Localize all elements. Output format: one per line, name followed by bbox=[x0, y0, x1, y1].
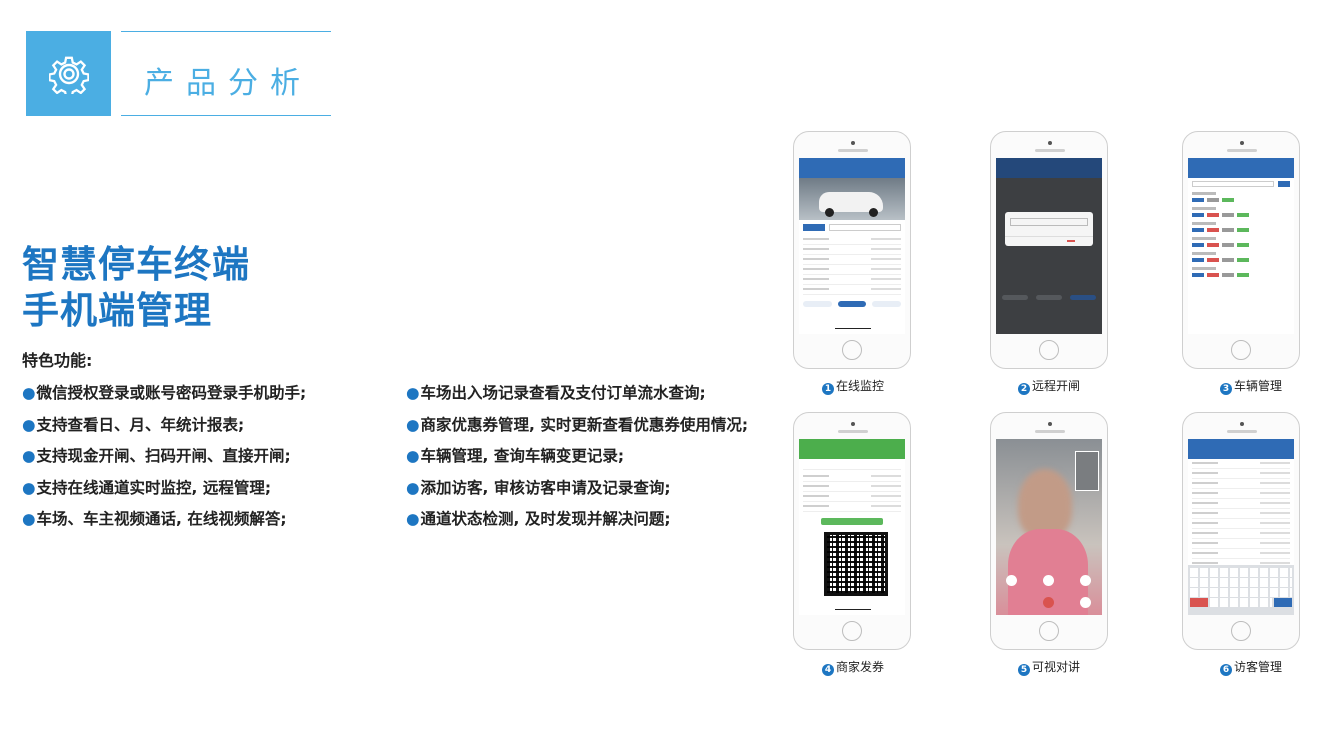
bullet-icon: ● bbox=[22, 384, 36, 402]
phone-mockup-coupons bbox=[793, 412, 911, 650]
speaker-grille bbox=[1227, 149, 1257, 152]
phone-screen bbox=[799, 439, 905, 615]
home-button bbox=[842, 621, 862, 641]
caption-visitors: 6 访客管理 bbox=[1220, 658, 1282, 676]
phone-screen bbox=[799, 158, 905, 334]
bullet-icon: ● bbox=[22, 415, 36, 434]
vehicle-list bbox=[1188, 192, 1294, 277]
app-header bbox=[996, 158, 1102, 178]
header-line-top bbox=[121, 31, 331, 32]
bullet-icon: ● bbox=[22, 447, 36, 465]
feature-item: ●支持现金开闸、扫码开闸、直接开闸; bbox=[22, 447, 291, 465]
keyboard[interactable] bbox=[1188, 565, 1294, 615]
bullet-icon: ● bbox=[406, 384, 420, 402]
bullet-icon: ● bbox=[22, 478, 36, 497]
camera-icon bbox=[1240, 141, 1244, 145]
headline: 智慧停车终端 手机端管理 bbox=[22, 242, 250, 334]
header-line-bottom bbox=[121, 115, 331, 116]
phone-mockup-vehicles bbox=[1182, 131, 1300, 369]
feature-item: ●支持在线通道实时监控, 远程管理; bbox=[22, 478, 272, 497]
feature-item: ●车场、车主视频通话, 在线视频解答; bbox=[22, 510, 287, 528]
camera-icon bbox=[851, 422, 855, 426]
home-button bbox=[842, 340, 862, 360]
speaker-grille bbox=[1035, 149, 1065, 152]
camera-icon bbox=[851, 141, 855, 145]
bullet-icon: ● bbox=[22, 510, 36, 528]
speaker-grille bbox=[838, 149, 868, 152]
hang-up-button[interactable] bbox=[1043, 597, 1054, 608]
features-list-left: ●微信授权登录或账号密码登录手机助手; ●支持查看日、月、年统计报表; ●支持现… bbox=[22, 378, 306, 536]
bullet-icon: ● bbox=[406, 447, 420, 465]
app-header bbox=[1188, 158, 1294, 178]
bullet-icon: ● bbox=[406, 415, 420, 434]
snapshot-button[interactable] bbox=[1080, 597, 1091, 608]
feature-item: ●微信授权登录或账号密码登录手机助手; bbox=[22, 384, 307, 402]
phone-screen bbox=[996, 158, 1102, 334]
gear-icon bbox=[49, 56, 89, 94]
speaker-grille bbox=[838, 430, 868, 433]
camera-switch-button[interactable] bbox=[1043, 575, 1054, 586]
phone-mockup-monitor bbox=[793, 131, 911, 369]
header-icon-box bbox=[26, 31, 111, 116]
caption-coupons: 4 商家发券 bbox=[822, 658, 884, 676]
features-list-right: ●车场出入场记录查看及支付订单流水查询; ●商家优惠券管理, 实时更新查看优惠券… bbox=[406, 378, 748, 536]
mic-button[interactable] bbox=[1006, 575, 1017, 586]
speaker-button[interactable] bbox=[1080, 575, 1091, 586]
camera-icon bbox=[1048, 422, 1052, 426]
feature-item: ●支持查看日、月、年统计报表; bbox=[22, 415, 245, 434]
caption-intercom: 5 可视对讲 bbox=[1018, 658, 1080, 676]
camera-icon bbox=[1048, 141, 1052, 145]
feature-item: ●车辆管理, 查询车辆变更记录; bbox=[406, 447, 625, 465]
app-header bbox=[799, 158, 905, 178]
speaker-grille bbox=[1035, 430, 1065, 433]
feature-item: ●商家优惠券管理, 实时更新查看优惠券使用情况; bbox=[406, 415, 749, 434]
phone-screen bbox=[996, 439, 1102, 615]
home-button bbox=[1231, 340, 1251, 360]
phone-screen bbox=[1188, 158, 1294, 334]
self-preview-image bbox=[1075, 451, 1099, 491]
phone-mockup-intercom bbox=[990, 412, 1108, 650]
app-header bbox=[1188, 439, 1294, 459]
caption-gate: 2 远程开闸 bbox=[1018, 377, 1080, 395]
qr-code-image bbox=[824, 532, 888, 596]
home-button bbox=[1231, 621, 1251, 641]
home-button bbox=[1039, 340, 1059, 360]
headline-line-2: 手机端管理 bbox=[22, 289, 212, 332]
dialog-box bbox=[1005, 212, 1093, 246]
phone-mockup-gate bbox=[990, 131, 1108, 369]
bullet-icon: ● bbox=[406, 478, 420, 497]
speaker-grille bbox=[1227, 430, 1257, 433]
camera-feed-image bbox=[799, 178, 905, 220]
camera-icon bbox=[1240, 422, 1244, 426]
headline-line-1: 智慧停车终端 bbox=[22, 243, 250, 286]
feature-item: ●添加访客, 审核访客申请及记录查询; bbox=[406, 478, 671, 497]
app-header bbox=[799, 439, 905, 459]
phone-mockup-visitors bbox=[1182, 412, 1300, 650]
caption-vehicles: 3 车辆管理 bbox=[1220, 377, 1282, 395]
issue-coupon-button bbox=[821, 518, 883, 525]
feature-item: ●通道状态检测, 及时发现并解决问题; bbox=[406, 510, 671, 528]
page-title: 产品分析 bbox=[144, 66, 312, 101]
bullet-icon: ● bbox=[406, 510, 420, 528]
home-button bbox=[1039, 621, 1059, 641]
phone-screen bbox=[1188, 439, 1294, 615]
caption-monitor: 1 在线监控 bbox=[822, 377, 884, 395]
feature-item: ●车场出入场记录查看及支付订单流水查询; bbox=[406, 384, 706, 402]
features-label: 特色功能: bbox=[22, 351, 93, 370]
